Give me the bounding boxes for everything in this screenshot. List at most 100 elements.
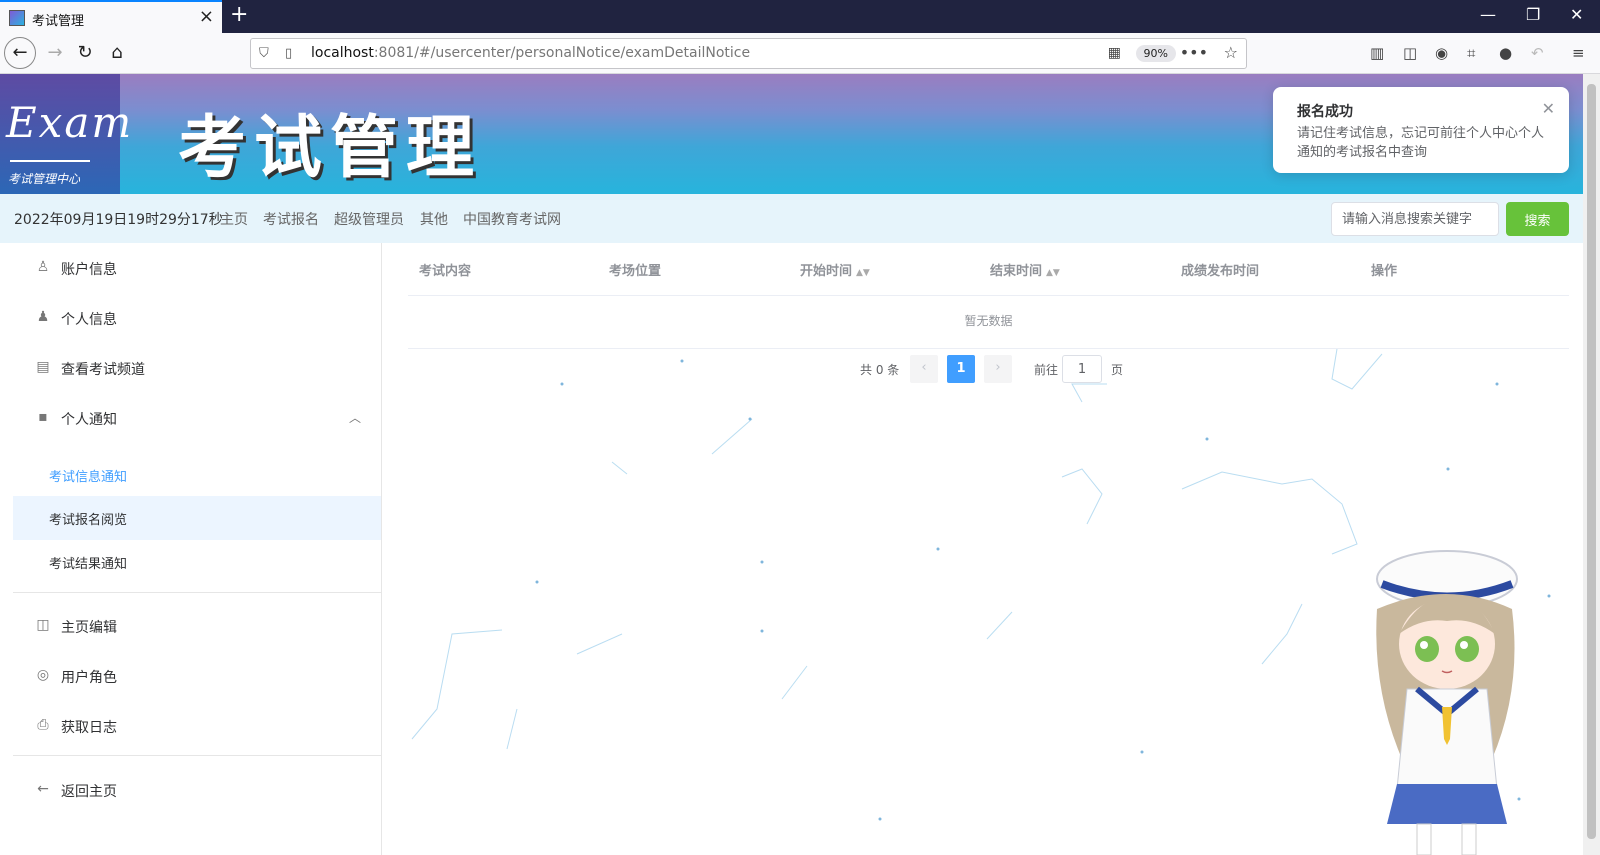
current-datetime: 2022年09月19日19时29分17秒 [14,212,223,228]
sidebar-divider [13,592,381,593]
submenu-exam-info-notice[interactable]: 考试信息通知 [13,453,381,497]
sidebar-item-get-logs[interactable]: ⎙ 获取日志 [0,701,381,751]
browser-navbar: ← → ↻ ⌂ ⛉ ▯ localhost:8081/#/usercenter/… [0,33,1600,74]
scrollbar-thumb[interactable] [1587,84,1596,839]
prev-page-icon[interactable]: ‹ [910,355,938,383]
sidebar-item-label: 获取日志 [61,720,117,736]
reload-icon[interactable]: ↻ [70,39,100,69]
nav-link-other[interactable]: 其他 [420,209,448,229]
logo-divider [10,160,90,162]
sort-icon[interactable]: ▲▼ [1046,268,1060,278]
close-tab-icon[interactable]: × [199,7,214,27]
tab-title: 考试管理 [32,14,85,29]
nav-link-super-admin[interactable]: 超级管理员 [334,209,404,229]
column-header-exam-location: 考场位置 [609,264,662,279]
clipboard-icon: ▤ [36,359,50,375]
chat-bubble-icon[interactable]: ● [1499,44,1512,62]
top-menubar: 2022年09月19日19时29分17秒 主页 考试报名 超级管理员 其他 中国… [0,194,1583,243]
more-actions-icon[interactable]: ••• [1180,43,1208,62]
back-icon[interactable]: ← [4,37,36,69]
sidebar-divider [13,755,381,756]
submenu-label: 考试结果通知 [49,557,128,572]
submenu-label: 考试信息通知 [49,470,128,485]
sidebar-toggle-icon[interactable]: ◫ [1403,44,1417,62]
printer-icon: ⎙ [37,717,49,733]
shield-icon[interactable]: ⛉ [259,46,269,61]
column-header-start-time[interactable]: 开始时间 ▲▼ [800,260,870,279]
sidebar-item-label: 账户信息 [61,262,117,278]
account-icon[interactable]: ◉ [1435,44,1448,62]
message-search-input[interactable] [1331,202,1499,236]
sidebar-item-account-info[interactable]: ♙ 账户信息 [0,243,381,293]
sidebar-item-homepage-edit[interactable]: ◫ 主页编辑 [0,601,381,651]
column-header-exam-content: 考试内容 [419,264,472,279]
minimize-icon[interactable]: — [1480,5,1496,24]
sidebar-item-exam-channel[interactable]: ▤ 查看考试频道 [0,343,381,393]
column-header-label: 结束时间 [990,264,1043,279]
bookmark-star-icon[interactable]: ☆ [1224,43,1238,62]
table-header-divider [408,295,1569,296]
pagination-total: 共 0 条 [860,363,900,377]
sidebar-item-personal-info[interactable]: ♟ 个人信息 [0,293,381,343]
qr-code-icon[interactable]: ▦ [1108,45,1121,61]
menu-icon[interactable]: ≡ [1572,44,1585,62]
screenshot-icon[interactable]: ⌗ [1467,44,1475,62]
sidebar-item-user-role[interactable]: ◎ 用户角色 [0,651,381,701]
submenu-exam-result-notice[interactable]: 考试结果通知 [13,540,381,584]
page-content: Exam 考试管理中心 考试管理 报名成功 请记住考试信息，忘记可前往个人中心个… [0,74,1583,855]
goto-page-input[interactable] [1062,355,1102,383]
chat-icon: ▪ [38,409,48,425]
restore-icon[interactable]: ❐ [1526,5,1540,24]
nav-link-exam-signup[interactable]: 考试报名 [263,209,319,229]
sidebar-item-personal-notice[interactable]: ▪ 个人通知 ︿ [0,393,381,443]
sidebar-item-label: 个人通知 [61,412,117,428]
mascot-character[interactable] [1362,539,1542,855]
table-bottom-divider [408,348,1569,349]
home-icon[interactable]: ⌂ [102,39,132,69]
role-icon: ◎ [36,667,50,683]
close-icon[interactable]: ✕ [1542,99,1555,118]
browser-tab-strip: 考试管理 × + — ❐ ✕ [0,0,1600,33]
forward-icon[interactable]: → [40,39,70,69]
url-bar[interactable]: ⛉ ▯ localhost:8081/#/usercenter/personal… [250,38,1247,69]
book-icon: ◫ [36,617,50,633]
url-text[interactable]: localhost:8081/#/usercenter/personalNoti… [311,45,750,61]
sidebar-item-back-home[interactable]: ← 返回主页 [0,765,381,815]
column-header-score-release-time: 成绩发布时间 [1181,264,1260,279]
page-number-current[interactable]: 1 [947,355,975,383]
nav-link-home[interactable]: 主页 [220,209,248,229]
column-header-actions: 操作 [1371,264,1398,279]
notification-body: 请记住考试信息，忘记可前往个人中心个人通知的考试报名中查询 [1297,126,1545,160]
submenu-exam-signup-review[interactable]: 考试报名阅览 [13,496,381,540]
nav-link-china-edu-exam[interactable]: 中国教育考试网 [463,209,561,229]
favicon-icon [9,10,25,26]
zoom-level[interactable]: 90% [1135,45,1176,62]
goto-label: 前往 [1034,363,1059,377]
sidebar-item-label: 个人信息 [61,312,117,328]
notification-title: 报名成功 [1297,104,1353,120]
column-header-end-time[interactable]: 结束时间 ▲▼ [990,260,1060,279]
next-page-icon[interactable]: › [984,355,1012,383]
user-outline-icon: ♙ [36,259,50,275]
sidebar-item-label: 查看考试频道 [61,362,145,378]
chevron-up-icon: ︿ [348,411,361,425]
library-icon[interactable]: ▥ [1370,44,1384,62]
sort-icon[interactable]: ▲▼ [856,268,870,278]
new-tab-icon[interactable]: + [230,2,248,27]
sidebar-item-label: 用户角色 [61,670,117,686]
column-header-label: 开始时间 [800,264,853,279]
window-close-icon[interactable]: ✕ [1570,5,1583,24]
page-scrollbar[interactable] [1583,74,1600,855]
arrow-left-icon: ← [37,781,49,797]
undo-icon[interactable]: ↶ [1531,44,1544,62]
sidebar-item-label: 主页编辑 [61,620,117,636]
empty-state-text: 暂无数据 [964,314,1013,328]
logo-text: Exam [6,98,134,147]
search-button[interactable]: 搜索 [1506,202,1569,236]
browser-tab[interactable]: 考试管理 × [0,0,222,33]
success-notification: 报名成功 请记住考试信息，忘记可前往个人中心个人通知的考试报名中查询 ✕ [1273,87,1569,173]
exam-logo[interactable]: Exam 考试管理中心 [0,74,131,194]
logo-subtitle: 考试管理中心 [8,172,81,186]
submenu-label: 考试报名阅览 [49,513,128,528]
page-info-icon[interactable]: ▯ [285,46,292,61]
